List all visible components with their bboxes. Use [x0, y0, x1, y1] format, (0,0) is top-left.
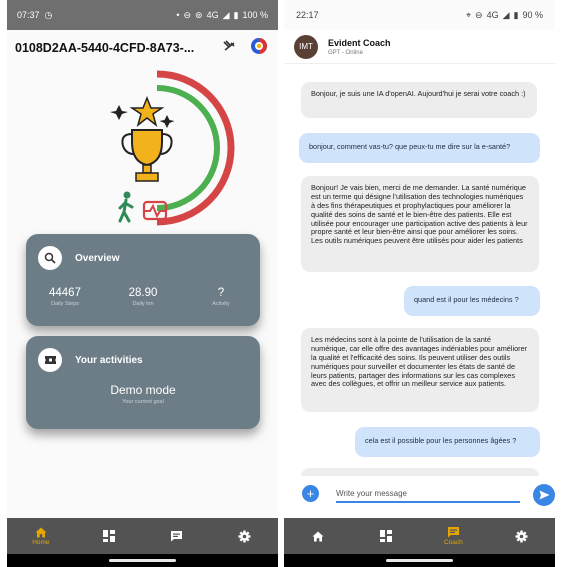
network-label: 4G — [486, 10, 499, 20]
coach-name: Evident Coach — [328, 37, 391, 48]
overview-title: Overview — [75, 252, 120, 264]
stat-label: Daily km — [132, 301, 154, 307]
message-bot: Les médecins sont à la pointe de l'utili… — [301, 328, 539, 412]
dashboard-icon — [102, 530, 115, 542]
progress-arc-green — [156, 85, 220, 211]
bluetooth-off-icon[interactable] — [222, 39, 236, 57]
dnd-icon: ⊖ — [183, 9, 192, 20]
profile-badge-icon[interactable] — [250, 37, 268, 60]
nav-settings[interactable] — [210, 518, 278, 554]
trophy-icon — [110, 95, 175, 182]
status-bar: 22:17 ⌖ ⊖ 4G ◢ ▮ 90 % — [284, 0, 555, 30]
home-screen: 07:37 ◷ • ⊖ ⊚ 4G ◢ ▮ 100 % 0108D2AA-5440… — [7, 0, 278, 567]
current-goal-label: Your current goal — [122, 399, 164, 405]
settings-icon — [238, 530, 251, 542]
home-icon — [312, 531, 324, 541]
heart-monitor-icon — [142, 200, 168, 221]
battery-icon: ▮ — [513, 9, 519, 20]
attach-button[interactable]: + — [302, 485, 319, 502]
battery-label: 100 % — [242, 10, 268, 20]
overview-stats: 44467 Daily Steps 28.90 Daily km ? Activ… — [26, 287, 260, 307]
hotspot-icon: ⊚ — [195, 9, 203, 20]
nav-dashboard[interactable] — [75, 518, 143, 554]
overview-card[interactable]: Overview 44467 Daily Steps 28.90 Daily k… — [26, 234, 260, 326]
message-list[interactable]: Bonjour, je suis une IA d'openAI. Aujour… — [284, 70, 555, 476]
nav-home[interactable] — [284, 518, 352, 554]
home-icon — [35, 527, 47, 537]
nav-coach-label: Coach — [443, 539, 463, 546]
gesture-handle[interactable] — [386, 559, 453, 562]
chat-icon — [447, 527, 459, 538]
signal-icon: ◢ — [502, 9, 510, 20]
stat-activity: ? Activity — [182, 287, 260, 307]
nav-chat[interactable] — [143, 518, 211, 554]
nav-dashboard[interactable] — [352, 518, 420, 554]
message-input[interactable] — [336, 485, 520, 503]
status-time: 22:17 — [296, 10, 319, 20]
demo-mode-label: Demo mode — [110, 383, 176, 397]
chat-header: IMT Evident Coach GPT - Online — [284, 30, 555, 64]
ticket-icon — [38, 348, 62, 372]
search-icon — [38, 246, 62, 270]
walking-icon — [118, 191, 134, 223]
stat-value: 28.90 — [128, 287, 158, 299]
stat-daily-steps: 44467 Daily Steps — [26, 287, 104, 307]
app-header: 0108D2AA-5440-4CFD-8A73-... — [7, 30, 278, 66]
battery-icon: ▮ — [233, 9, 239, 20]
coach-avatar[interactable]: IMT — [294, 34, 318, 59]
sync-icon: ◷ — [44, 9, 53, 20]
location-icon: ⌖ — [465, 9, 472, 20]
composer: + — [284, 480, 555, 516]
message-bot-partial — [301, 468, 539, 476]
stat-value: 44467 — [49, 287, 81, 299]
message-user: cela est il possible pour les personnes … — [355, 427, 540, 457]
bottom-nav: Coach — [284, 518, 555, 554]
stat-value: ? — [217, 287, 225, 299]
dashboard-icon — [379, 530, 392, 542]
gesture-bar — [7, 554, 278, 567]
coach-chat-screen: 22:17 ⌖ ⊖ 4G ◢ ▮ 90 % IMT Evident Coach … — [284, 0, 555, 567]
gesture-handle[interactable] — [109, 559, 176, 562]
bottom-nav: Home — [7, 518, 278, 554]
signal-icon: ◢ — [222, 9, 230, 20]
activities-card[interactable]: Your activities Demo mode Your current g… — [26, 336, 260, 429]
message-bot: Bonjour! Je vais bien, merci de me deman… — [301, 176, 539, 272]
send-icon — [539, 490, 549, 500]
coach-status: GPT - Online — [328, 49, 363, 56]
stat-label: Daily Steps — [51, 301, 79, 307]
status-bar: 07:37 ◷ • ⊖ ⊚ 4G ◢ ▮ 100 % — [7, 0, 278, 30]
nav-home-label: Home — [32, 538, 50, 546]
gesture-bar — [284, 554, 555, 567]
battery-label: 90 % — [522, 10, 543, 20]
activities-title: Your activities — [75, 354, 143, 366]
stat-daily-km: 28.90 Daily km — [104, 287, 182, 307]
message-bot: Bonjour, je suis une IA d'openAI. Aujour… — [301, 82, 537, 118]
nav-coach[interactable]: Coach — [420, 518, 488, 554]
progress-trophy-graphic — [110, 70, 235, 226]
message-user: quand est il pour les médecins ? — [404, 286, 540, 316]
status-time: 07:37 — [17, 10, 40, 20]
network-label: 4G — [206, 10, 219, 20]
chat-icon — [170, 531, 182, 542]
stat-label: Activity — [212, 301, 230, 307]
device-id-title: 0108D2AA-5440-4CFD-8A73-... — [15, 41, 195, 55]
nav-settings[interactable] — [487, 518, 555, 554]
nav-home[interactable]: Home — [7, 518, 75, 554]
dot-icon: • — [176, 10, 180, 20]
message-user: bonjour, comment vas-tu? que peux-tu me … — [299, 133, 540, 163]
dnd-icon: ⊖ — [475, 9, 483, 20]
settings-icon — [515, 530, 528, 542]
send-button[interactable] — [533, 484, 555, 506]
